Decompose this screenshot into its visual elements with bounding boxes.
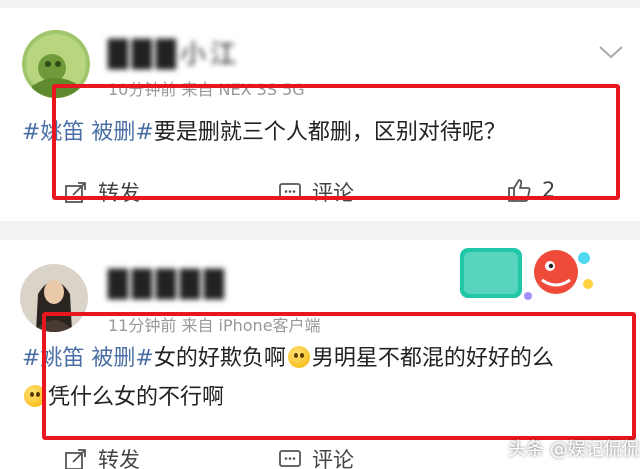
chevron-down-icon[interactable]	[596, 42, 626, 62]
repost-label: 转发	[98, 448, 140, 469]
share-icon	[65, 182, 86, 203]
post-content: #姚笛 被删#要是删就三个人都删，区别对待呢？	[22, 115, 506, 151]
comment-button[interactable]: 评论	[278, 444, 354, 469]
comment-icon	[279, 183, 301, 200]
post-content-line2: 凭什么女的不行啊	[22, 380, 224, 416]
like-count: 2	[542, 178, 556, 202]
share-icon	[65, 449, 86, 469]
comment-icon	[279, 450, 301, 467]
topic-link[interactable]: #姚笛 被删#	[22, 120, 154, 145]
post-text: 凭什么女的不行啊	[48, 385, 225, 410]
post-meta: 10分钟前 来自 NEX 3S 5G	[108, 80, 305, 99]
repost-button[interactable]: 转发	[64, 444, 140, 469]
post-text: 女的好欺负啊	[153, 346, 286, 371]
repost-label: 转发	[98, 181, 140, 205]
post-text: 男明星不都混的好好的么	[311, 346, 554, 371]
username[interactable]: █████	[108, 270, 228, 300]
action-bar: 转发 评论 2	[0, 173, 640, 213]
post-text: 要是删就三个人都删，区别对待呢？	[153, 120, 506, 145]
thumbs-up-icon	[508, 179, 531, 202]
national-day-badge	[460, 248, 593, 300]
comment-button[interactable]: 评论	[278, 177, 354, 207]
post-meta: 11分钟前 来自 iPhone客户端	[108, 316, 321, 335]
username[interactable]: ███小江	[108, 34, 240, 71]
avatar[interactable]	[20, 264, 88, 332]
repost-button[interactable]: 转发	[64, 177, 140, 207]
comment-label: 评论	[312, 448, 354, 469]
shocked-emoji-icon	[24, 385, 46, 407]
comment-label: 评论	[312, 181, 354, 205]
post-card: ███小江 10分钟前 来自 NEX 3S 5G #姚笛 被删#要是删就三个人都…	[0, 8, 640, 221]
watermark: 头条 @娱记侃侃	[508, 439, 640, 460]
avatar[interactable]	[22, 30, 90, 98]
thinking-emoji-icon	[287, 346, 310, 368]
like-button[interactable]: 2	[506, 177, 555, 203]
post-content: #姚笛 被删#女的好欺负啊 男明星不都混的好好的么	[22, 341, 554, 377]
topic-link[interactable]: #姚笛 被删#	[22, 346, 154, 371]
